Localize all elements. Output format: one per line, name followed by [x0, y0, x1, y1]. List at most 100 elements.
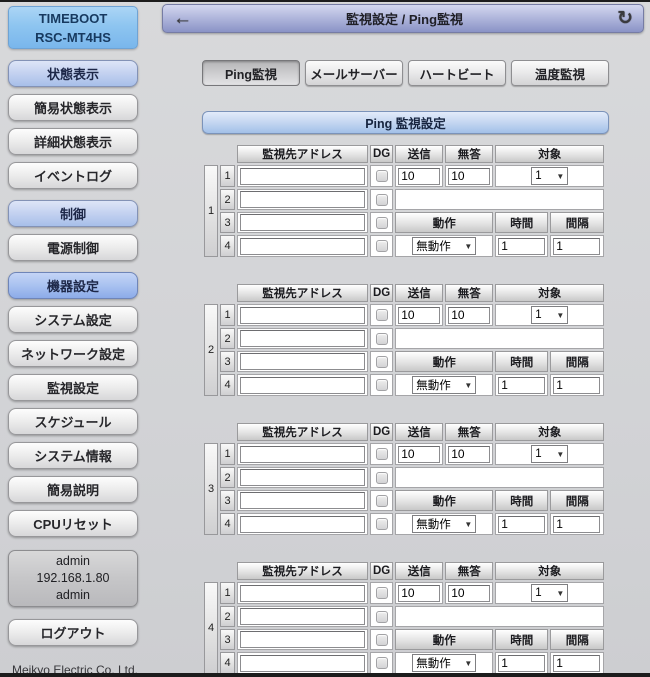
target-select[interactable]: 1 ▼ [531, 167, 568, 185]
tab-ping-monitor[interactable]: Ping監視 [202, 60, 300, 86]
action-select[interactable]: 無動作 ▼ [412, 515, 476, 533]
interval-input[interactable] [553, 238, 600, 255]
dg-checkbox[interactable] [376, 194, 388, 206]
no-answer-count-input[interactable] [448, 168, 490, 185]
address-input[interactable] [240, 214, 365, 231]
row-number: 3 [220, 212, 235, 233]
tab-label: メールサーバー [310, 64, 397, 83]
sidebar-item-label: 簡易状態表示 [34, 98, 112, 117]
brand-badge: TIMEBOOT RSC-MT4HS [8, 6, 138, 49]
address-input[interactable] [240, 330, 365, 347]
interval-input[interactable] [553, 655, 600, 672]
address-input[interactable] [240, 353, 365, 370]
address-input[interactable] [240, 469, 365, 486]
app-window: TIMEBOOT RSC-MT4HS 状態表示 簡易状態表示 詳細状態表示 イベ… [0, 0, 650, 677]
account-info-box: admin 192.168.1.80 admin [8, 550, 138, 607]
sidebar-section-control[interactable]: 制御 [8, 200, 138, 227]
tab-mail-server[interactable]: メールサーバー [305, 60, 403, 86]
sidebar-item-cpu-reset[interactable]: CPUリセット [8, 510, 138, 537]
address-input[interactable] [240, 585, 365, 602]
ping-monitor-group-table: 監視先アドレス DG 送信 無答 対象 2 1 1 ▼ 2 [202, 282, 606, 398]
dg-checkbox[interactable] [376, 379, 388, 391]
dg-checkbox[interactable] [376, 657, 388, 669]
column-header-no-answer: 無答 [445, 562, 493, 580]
ping-monitor-group-table: 監視先アドレス DG 送信 無答 対象 3 1 1 ▼ 2 [202, 421, 606, 537]
dg-checkbox[interactable] [376, 634, 388, 646]
dg-checkbox[interactable] [376, 518, 388, 530]
dg-checkbox[interactable] [376, 240, 388, 252]
address-input[interactable] [240, 631, 365, 648]
interval-input[interactable] [553, 516, 600, 533]
column-header-dg: DG [370, 145, 393, 163]
target-select-value: 1 [535, 587, 541, 599]
time-input[interactable] [498, 238, 545, 255]
no-answer-count-input[interactable] [448, 307, 490, 324]
no-answer-count-input[interactable] [448, 446, 490, 463]
sidebar-item-monitor-settings[interactable]: 監視設定 [8, 374, 138, 401]
send-count-input[interactable] [398, 307, 440, 324]
no-answer-count-input[interactable] [448, 585, 490, 602]
address-input[interactable] [240, 238, 365, 255]
address-input[interactable] [240, 608, 365, 625]
time-input[interactable] [498, 516, 545, 533]
action-select[interactable]: 無動作 ▼ [412, 376, 476, 394]
dg-checkbox[interactable] [376, 217, 388, 229]
interval-input[interactable] [553, 377, 600, 394]
sidebar-item-simple-status[interactable]: 簡易状態表示 [8, 94, 138, 121]
time-input[interactable] [498, 377, 545, 394]
sidebar-section-status[interactable]: 状態表示 [8, 60, 138, 87]
target-select[interactable]: 1 ▼ [531, 584, 568, 602]
address-input[interactable] [240, 492, 365, 509]
sidebar-item-label: 簡易説明 [47, 480, 99, 499]
refresh-icon[interactable]: ↻ [617, 9, 633, 28]
sidebar-item-power-control[interactable]: 電源制御 [8, 234, 138, 261]
address-input[interactable] [240, 377, 365, 394]
address-input[interactable] [240, 191, 365, 208]
address-input[interactable] [240, 307, 365, 324]
row-number: 2 [220, 467, 235, 488]
action-select[interactable]: 無動作 ▼ [412, 654, 476, 672]
time-input[interactable] [498, 655, 545, 672]
sidebar-item-schedule[interactable]: スケジュール [8, 408, 138, 435]
sidebar: TIMEBOOT RSC-MT4HS 状態表示 簡易状態表示 詳細状態表示 イベ… [0, 0, 146, 677]
sidebar-item-event-log[interactable]: イベントログ [8, 162, 138, 189]
sidebar-item-simple-guide[interactable]: 簡易説明 [8, 476, 138, 503]
tab-temperature-monitor[interactable]: 温度監視 [511, 60, 609, 86]
dropdown-arrow-icon: ▼ [464, 381, 472, 390]
action-select[interactable]: 無動作 ▼ [412, 237, 476, 255]
dg-checkbox[interactable] [376, 448, 388, 460]
sidebar-item-network-settings[interactable]: ネットワーク設定 [8, 340, 138, 367]
address-input[interactable] [240, 655, 365, 672]
sidebar-item-system-settings[interactable]: システム設定 [8, 306, 138, 333]
column-header-target: 対象 [495, 145, 604, 163]
address-input[interactable] [240, 168, 365, 185]
address-input[interactable] [240, 446, 365, 463]
column-header-address: 監視先アドレス [237, 145, 368, 163]
row-number: 1 [220, 443, 235, 465]
send-count-input[interactable] [398, 168, 440, 185]
dg-checkbox[interactable] [376, 587, 388, 599]
dg-checkbox[interactable] [376, 170, 388, 182]
address-input[interactable] [240, 516, 365, 533]
column-header-no-answer: 無答 [445, 284, 493, 302]
dropdown-arrow-icon: ▼ [464, 520, 472, 529]
send-count-input[interactable] [398, 585, 440, 602]
column-header-address: 監視先アドレス [237, 423, 368, 441]
section-header: Ping 監視設定 [202, 111, 609, 134]
sidebar-item-detail-status[interactable]: 詳細状態表示 [8, 128, 138, 155]
dg-checkbox[interactable] [376, 611, 388, 623]
dg-checkbox[interactable] [376, 333, 388, 345]
sidebar-section-device-settings[interactable]: 機器設定 [8, 272, 138, 299]
dg-checkbox[interactable] [376, 495, 388, 507]
sidebar-item-label: 詳細状態表示 [34, 132, 112, 151]
dg-checkbox[interactable] [376, 356, 388, 368]
logout-button[interactable]: ログアウト [8, 619, 138, 646]
target-select[interactable]: 1 ▼ [531, 306, 568, 324]
dg-checkbox[interactable] [376, 309, 388, 321]
tab-heartbeat[interactable]: ハートビート [408, 60, 506, 86]
back-arrow-icon[interactable]: ← [173, 9, 192, 28]
dg-checkbox[interactable] [376, 472, 388, 484]
target-select[interactable]: 1 ▼ [531, 445, 568, 463]
send-count-input[interactable] [398, 446, 440, 463]
sidebar-item-system-info[interactable]: システム情報 [8, 442, 138, 469]
